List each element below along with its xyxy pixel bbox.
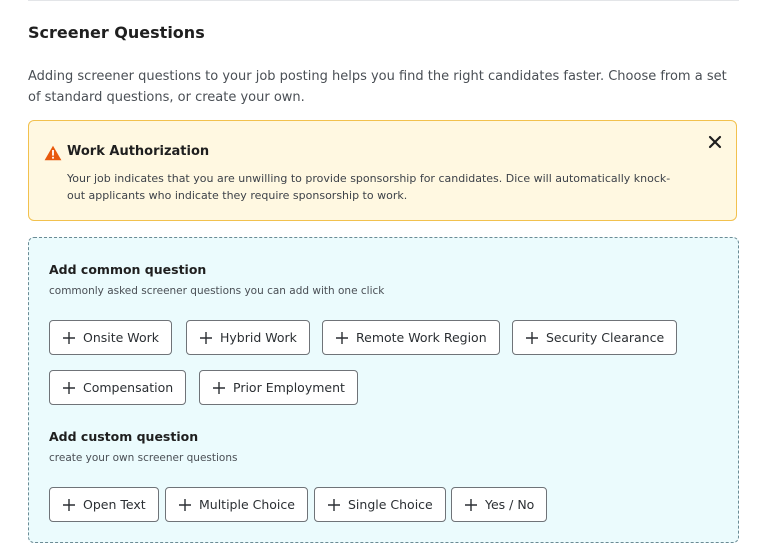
add-compensation-button[interactable]: Compensation [49,370,187,405]
add-hybrid-work-button[interactable]: Hybrid Work [186,320,310,355]
plus-icon [465,498,477,511]
add-yes-no-button[interactable]: Yes / No [451,487,548,522]
screener-questions-panel: Add common question commonly asked scree… [28,237,739,543]
screener-questions-page: Screener Questions Adding screener quest… [0,0,768,550]
section-description: Adding screener questions to your job po… [28,69,727,105]
top-divider [28,0,739,1]
button-label: Remote Work Region [356,330,487,345]
section-title: Screener Questions [28,23,205,42]
add-open-text-button[interactable]: Open Text [49,487,159,522]
alert-title: Work Authorization [67,144,210,159]
custom-question-title: Add custom question [49,429,199,444]
button-label: Single Choice [348,497,433,512]
plus-icon [200,331,212,344]
plus-icon [328,498,340,511]
add-remote-work-region-button[interactable]: Remote Work Region [322,320,500,355]
add-prior-employment-button[interactable]: Prior Employment [199,370,358,405]
plus-icon [179,498,191,511]
close-icon [706,135,724,154]
button-label: Yes / No [485,497,535,512]
warning-icon [44,145,62,161]
plus-icon [63,331,75,344]
add-security-clearance-button[interactable]: Security Clearance [512,320,678,355]
add-single-choice-button[interactable]: Single Choice [314,487,446,522]
alert-message: Your job indicates that you are unwillin… [67,172,671,202]
button-label: Security Clearance [546,330,665,345]
add-onsite-work-button[interactable]: Onsite Work [49,320,172,355]
common-question-title: Add common question [49,262,207,277]
button-label: Onsite Work [83,330,159,345]
common-question-subtitle: commonly asked screener questions you ca… [49,285,385,297]
close-alert-button[interactable] [706,133,724,151]
plus-icon [213,381,225,394]
plus-icon [63,381,75,394]
add-multiple-choice-button[interactable]: Multiple Choice [165,487,308,522]
button-label: Hybrid Work [220,330,297,345]
custom-question-subtitle: create your own screener questions [49,452,238,464]
plus-icon [526,331,538,344]
button-label: Multiple Choice [199,497,295,512]
button-label: Compensation [83,380,174,395]
button-label: Open Text [83,497,146,512]
work-authorization-alert: Work Authorization Your job indicates th… [28,120,737,221]
plus-icon [336,331,348,344]
button-label: Prior Employment [233,380,345,395]
plus-icon [63,498,75,511]
